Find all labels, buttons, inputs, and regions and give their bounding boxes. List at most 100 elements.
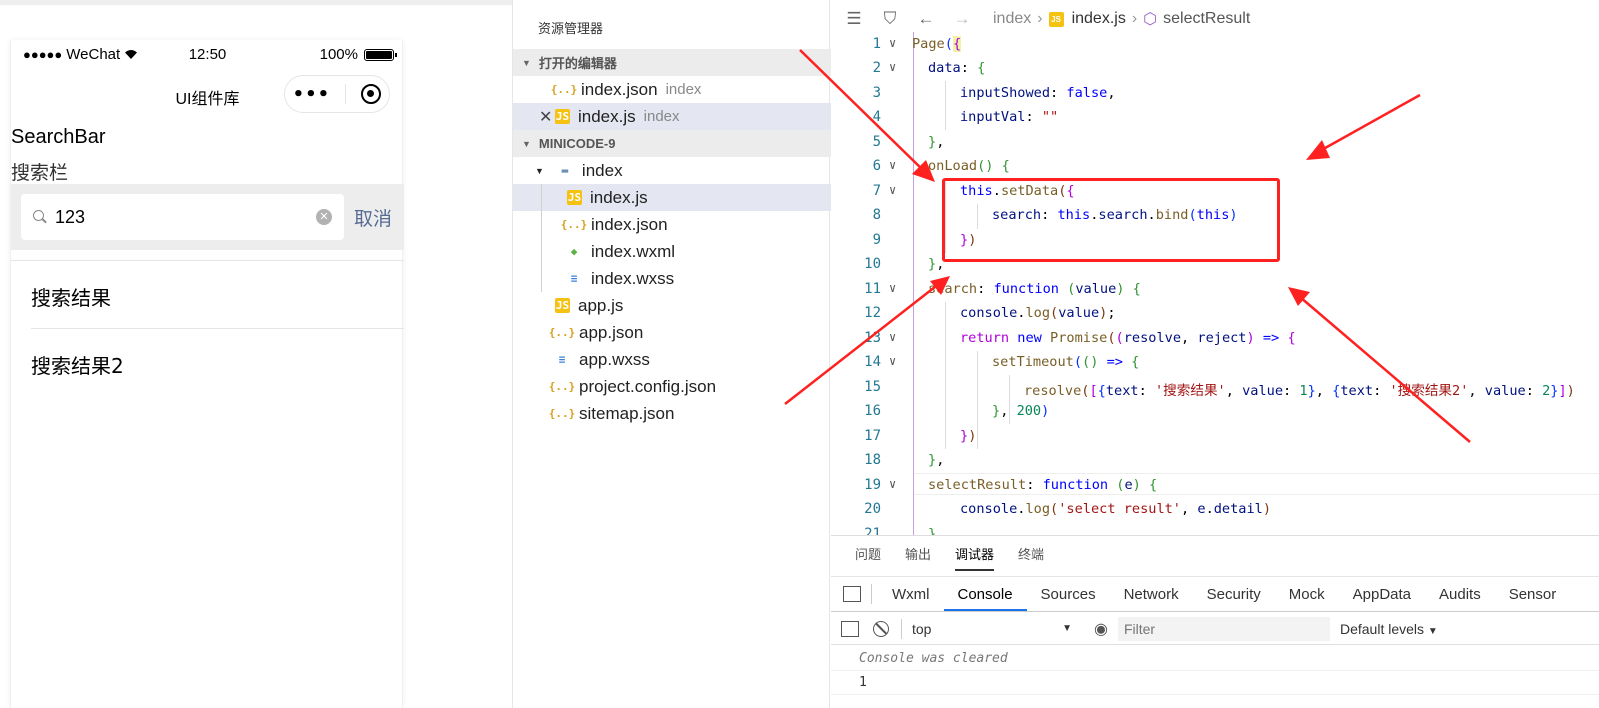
code-line: }	[928, 526, 937, 535]
clear-icon[interactable]: ✕	[316, 209, 332, 225]
devtools-tab-audits[interactable]: Audits	[1425, 577, 1495, 611]
line-number: 20	[864, 501, 881, 517]
breadcrumb-folder[interactable]: index	[993, 10, 1031, 28]
devtools-tab-sources[interactable]: Sources	[1027, 577, 1110, 611]
more-icon[interactable]: •••	[293, 84, 331, 105]
devtools-tab-appdata[interactable]: AppData	[1339, 577, 1425, 611]
json-file-icon: {..}	[550, 83, 578, 96]
fold-chevron-icon[interactable]: ∨	[889, 477, 896, 491]
file-row[interactable]: ≡ app.wxss	[513, 346, 831, 373]
devtools-tab-mock[interactable]: Mock	[1275, 577, 1339, 611]
line-number: 2	[872, 60, 881, 76]
line-number: 5	[872, 134, 881, 150]
debug-panel: 问题 输出 调试器 终端 Wxml Console Sources Networ…	[831, 535, 1599, 708]
open-editor-item-active[interactable]: ✕ JS index.js index	[513, 103, 831, 130]
search-result-item[interactable]: 搜索结果2	[31, 350, 124, 379]
clear-console-icon[interactable]	[873, 620, 889, 637]
line-number: 4	[872, 109, 881, 125]
json-file-icon: {..}	[548, 326, 576, 339]
search-input[interactable]	[55, 206, 305, 228]
log-levels-select[interactable]: Default levels ▼	[1340, 621, 1438, 637]
page-title: SearchBar	[11, 126, 106, 148]
console-filter-input[interactable]	[1117, 616, 1330, 641]
console-toolbar: top ▼ ◉ Default levels ▼	[831, 613, 1599, 645]
context-value: top	[912, 620, 932, 637]
bookmark-icon[interactable]: ⛉	[877, 9, 903, 29]
open-editors-section[interactable]: ▼ 打开的编辑器	[513, 49, 831, 76]
file-name: app.json	[579, 322, 644, 342]
explorer-title: 资源管理器	[538, 21, 604, 36]
file-name: project.config.json	[579, 376, 717, 396]
file-name: app.js	[578, 295, 624, 315]
dropdown-triangle-icon: ▼	[1427, 625, 1438, 637]
file-row[interactable]: {..} sitemap.json	[513, 400, 831, 427]
devtools-tab-security[interactable]: Security	[1193, 577, 1275, 611]
page-subtitle: 搜索栏	[11, 162, 69, 184]
file-row[interactable]: {..} app.json	[513, 319, 831, 346]
chevron-right-icon: ›	[1037, 10, 1043, 27]
breadcrumb-symbol[interactable]: selectResult	[1163, 10, 1250, 28]
line-number: 6	[872, 158, 881, 174]
fold-chevron-icon[interactable]: ∨	[889, 183, 896, 197]
live-expression-eye-icon[interactable]: ◉	[1094, 619, 1108, 639]
devtools-tab-sensor[interactable]: Sensor	[1495, 577, 1571, 611]
tab-terminal[interactable]: 终端	[1018, 539, 1044, 571]
tab-problems[interactable]: 问题	[855, 539, 881, 571]
context-select[interactable]: top ▼	[912, 621, 1072, 637]
code-line: console.log('select result', e.detail)	[960, 501, 1272, 517]
fold-chevron-icon[interactable]: ∨	[889, 36, 896, 50]
capsule-divider	[345, 84, 347, 104]
forward-arrow-icon[interactable]: →	[949, 9, 975, 29]
code-line: },	[928, 134, 945, 150]
devtools-tab-wxml[interactable]: Wxml	[878, 577, 944, 611]
open-editor-hint: index	[643, 108, 680, 125]
wxss-file-icon: ≡	[558, 353, 566, 366]
file-name: index.js	[590, 187, 648, 207]
back-arrow-icon[interactable]: ←	[913, 9, 939, 29]
indent-guide	[945, 302, 946, 449]
search-result-item[interactable]: 搜索结果	[31, 282, 111, 311]
file-row[interactable]: ≡ index.wxss	[513, 265, 831, 292]
file-row-active[interactable]: JS index.js	[513, 184, 831, 211]
inspect-element-icon[interactable]	[843, 586, 861, 602]
editor-toolbar: ☰ ⛉ ← → index › JS index.js › ⬡ selectRe…	[831, 0, 1599, 38]
sidebar-toggle-icon[interactable]	[841, 620, 859, 637]
file-row[interactable]: {..} project.config.json	[513, 373, 831, 400]
js-file-icon: JS	[1048, 11, 1064, 27]
folder-row[interactable]: ▼ ▬ index	[513, 157, 831, 184]
file-row[interactable]: {..} index.json	[513, 211, 831, 238]
project-section[interactable]: ▼ MINICODE-9	[513, 130, 831, 157]
close-editor-icon[interactable]: ✕	[539, 107, 552, 127]
wxml-file-icon: ◆	[570, 245, 578, 258]
tab-output[interactable]: 输出	[905, 539, 931, 571]
devtools-tabs: Wxml Console Sources Network Security Mo…	[831, 576, 1599, 612]
file-row[interactable]: JS app.js	[513, 292, 831, 319]
fold-chevron-icon[interactable]: ∨	[889, 60, 896, 74]
line-number: 1	[872, 36, 881, 52]
indent-guide	[945, 81, 946, 130]
mini-program-capsule: •••	[284, 75, 390, 113]
json-file-icon: {..}	[548, 407, 576, 420]
tree-indent-guide	[541, 184, 542, 292]
line-number: 21	[864, 526, 881, 535]
open-editor-item[interactable]: {..} index.json index	[513, 76, 831, 103]
file-row[interactable]: ◆ index.wxml	[513, 238, 831, 265]
list-icon[interactable]: ☰	[841, 9, 867, 29]
devtools-tab-network[interactable]: Network	[1110, 577, 1193, 611]
cancel-button[interactable]: 取消	[354, 204, 392, 231]
fold-chevron-icon[interactable]: ∨	[889, 354, 896, 368]
close-target-icon[interactable]	[361, 84, 382, 104]
fold-chevron-icon[interactable]: ∨	[889, 158, 896, 172]
code-line: inputShowed: false,	[960, 85, 1116, 101]
breadcrumb-file[interactable]: index.js	[1072, 10, 1126, 28]
tab-debugger[interactable]: 调试器	[955, 539, 995, 571]
caret-down-icon: ▼	[535, 165, 544, 176]
fold-chevron-icon[interactable]: ∨	[889, 281, 896, 295]
devtools-tab-console[interactable]: Console	[943, 577, 1027, 611]
status-battery: 100%	[320, 46, 397, 63]
line-number: 3	[872, 85, 881, 101]
fold-chevron-icon[interactable]: ∨	[889, 330, 896, 344]
annotation-highlight-box	[942, 178, 1280, 262]
code-line: })	[960, 428, 977, 444]
code-line: console.log(value);	[960, 305, 1116, 321]
